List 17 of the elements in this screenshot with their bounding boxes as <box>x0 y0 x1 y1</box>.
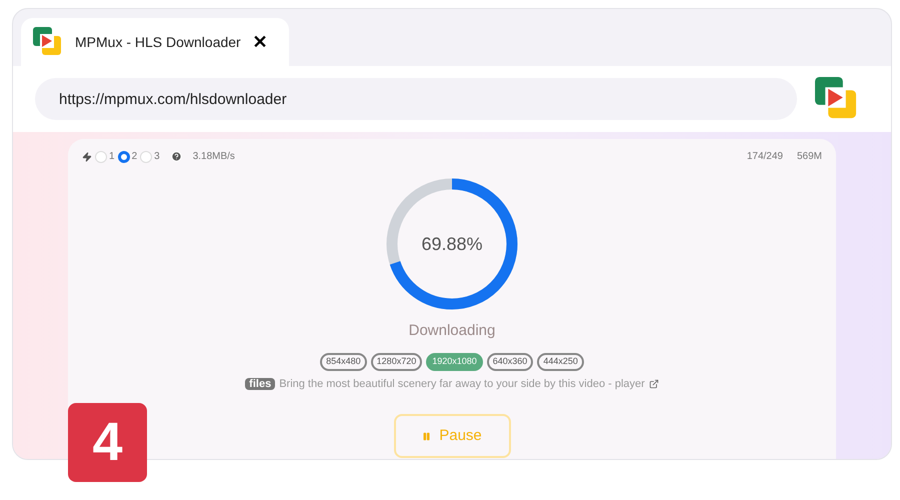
close-button[interactable]: ✕ <box>252 33 268 51</box>
download-speed: 3.18MB/s <box>192 150 235 164</box>
tab-title: MPMux - HLS Downloader <box>75 32 241 52</box>
resolution-chip[interactable]: 1280x720 <box>370 352 422 370</box>
file-size: 569M <box>796 150 822 164</box>
thread-option[interactable]: 1 <box>95 149 115 164</box>
step-badge: 4 <box>68 403 147 482</box>
download-status: Downloading <box>408 321 496 341</box>
progress-percent: 69.88% <box>420 232 484 256</box>
resolution-chip[interactable]: 854x480 <box>320 352 367 370</box>
resolution-chip[interactable]: 640x360 <box>486 352 534 370</box>
file-name: Bring the most beautiful scenery far away to your side by this video - player <box>279 376 645 392</box>
address-field[interactable]: https://mpmux.com/hlsdownloader <box>35 78 797 120</box>
files-tag: files <box>245 378 276 390</box>
browser-tab[interactable]: MPMux - HLS Downloader ✕ <box>21 18 289 66</box>
segment-count: 174/249 <box>746 150 783 164</box>
resolution-chip[interactable]: 444x250 <box>537 352 584 370</box>
